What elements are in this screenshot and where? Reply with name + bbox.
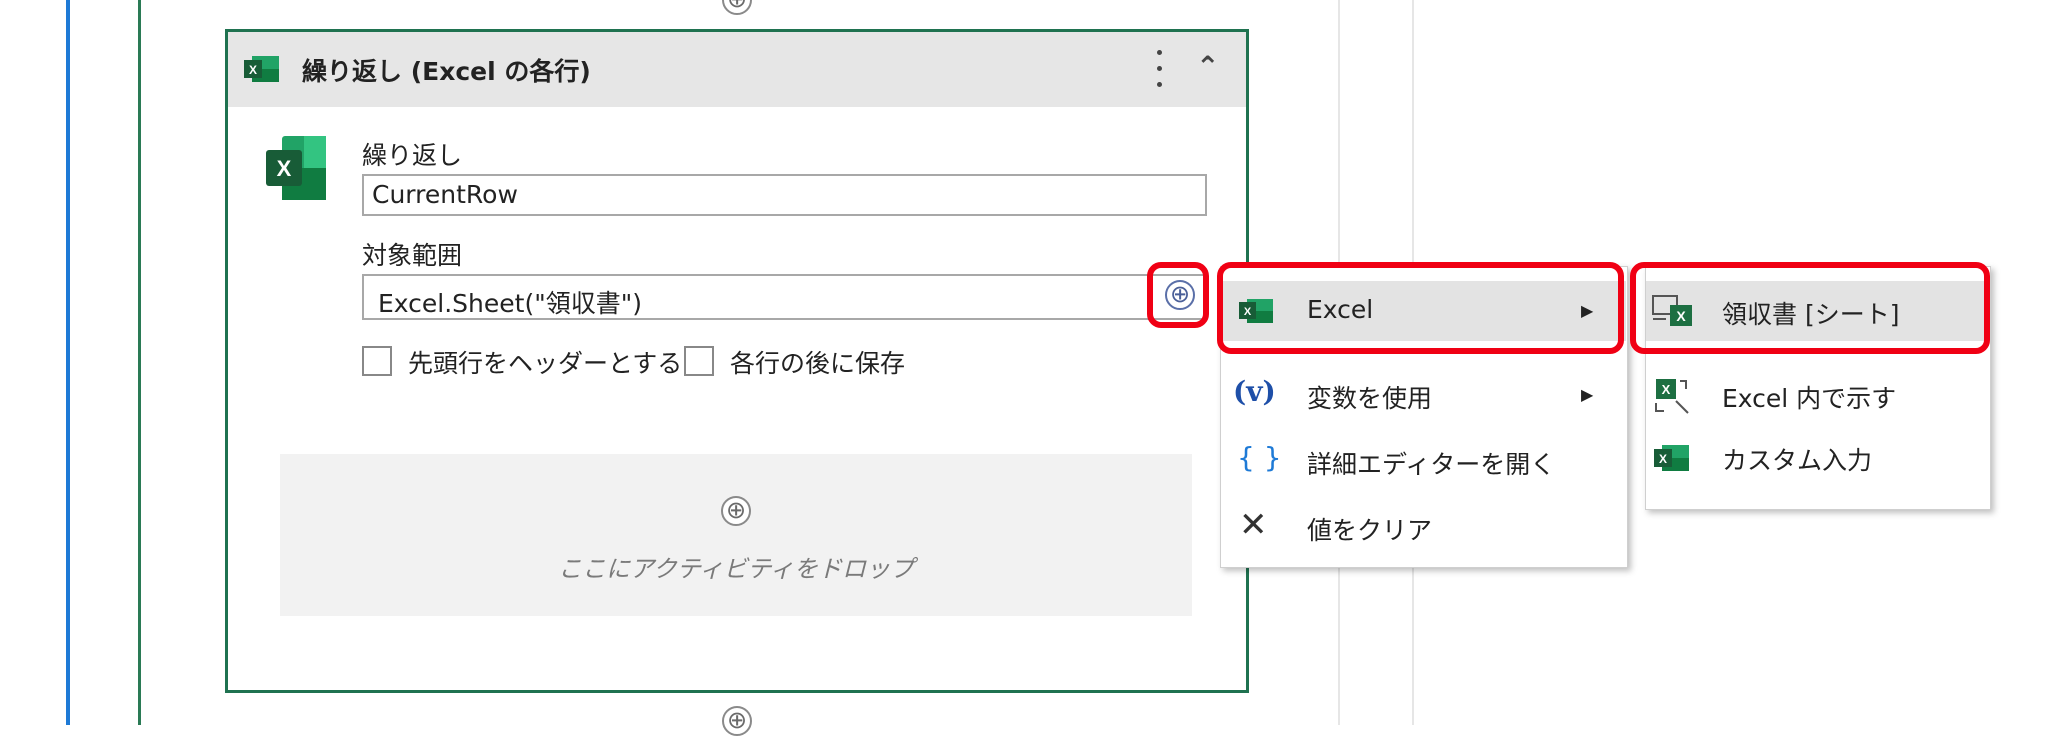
header-row-label: 先頭行をヘッダーとする xyxy=(408,349,683,378)
svg-text:X: X xyxy=(277,156,292,181)
excel-icon: X xyxy=(244,56,279,82)
add-activity-above-icon[interactable]: ⊕ xyxy=(722,0,752,15)
range-label: 対象範囲 xyxy=(362,241,463,270)
submenu-arrow-icon: ▶ xyxy=(1581,385,1594,404)
clear-icon: ✕ xyxy=(1239,505,1268,545)
add-activity-below-icon[interactable]: ⊕ xyxy=(722,706,752,736)
add-activity-icon[interactable]: ⊕ xyxy=(721,496,751,526)
container-border-line xyxy=(138,0,141,725)
loop-label: 繰り返し xyxy=(362,141,463,170)
more-options-icon[interactable] xyxy=(1150,44,1170,94)
add-value-icon[interactable]: ⊕ xyxy=(1165,280,1195,310)
submenu-item-label: Excel 内で示す xyxy=(1722,384,1897,413)
excel-pick-icon: X xyxy=(1655,379,1689,414)
submenu-item-indicate-in-excel[interactable]: X Excel 内で示す xyxy=(1646,365,1984,425)
activity-drop-zone[interactable]: ⊕ ここにアクティビティをドロップ xyxy=(280,454,1192,616)
sequence-border-line xyxy=(66,0,70,725)
svg-text:X: X xyxy=(249,63,257,77)
menu-item-label: 詳細エディターを開く xyxy=(1307,450,1556,479)
drop-zone-text: ここにアクティビティをドロップ xyxy=(558,555,914,583)
menu-item-label: 値をクリア xyxy=(1307,516,1433,545)
range-field[interactable]: Excel.Sheet("領収書") xyxy=(362,274,1207,320)
svg-text:X: X xyxy=(1662,382,1671,397)
excel-icon: X xyxy=(266,136,326,200)
activity-header[interactable]: X 繰り返し (Excel の各行) ⌃ xyxy=(228,32,1246,107)
for-each-excel-row-activity[interactable]: X 繰り返し (Excel の各行) ⌃ X 繰り返し CurrentRow 対… xyxy=(225,29,1249,693)
menu-item-clear-value[interactable]: ✕ 値をクリア xyxy=(1221,497,1626,557)
header-row-checkbox[interactable] xyxy=(362,346,392,376)
highlight-box xyxy=(1630,262,1990,354)
activity-title: 繰り返し (Excel の各行) xyxy=(302,57,591,86)
menu-item-use-variable[interactable]: (v) 変数を使用 ▶ xyxy=(1221,365,1626,425)
menu-item-advanced-editor[interactable]: { } 詳細エディターを開く xyxy=(1221,431,1626,491)
highlight-box xyxy=(1217,262,1624,354)
svg-text:X: X xyxy=(1659,452,1667,466)
braces-icon: { } xyxy=(1237,441,1282,474)
excel-icon: X xyxy=(1654,445,1689,471)
collapse-icon[interactable]: ⌃ xyxy=(1196,50,1219,83)
menu-item-label: 変数を使用 xyxy=(1307,384,1433,413)
save-after-row-label: 各行の後に保存 xyxy=(730,349,906,378)
submenu-item-label: カスタム入力 xyxy=(1722,446,1873,475)
submenu-item-custom-input[interactable]: X カスタム入力 xyxy=(1646,427,1984,487)
loop-variable-field[interactable]: CurrentRow xyxy=(362,174,1207,216)
save-after-row-checkbox[interactable] xyxy=(684,346,714,376)
variable-icon: (v) xyxy=(1233,375,1276,408)
